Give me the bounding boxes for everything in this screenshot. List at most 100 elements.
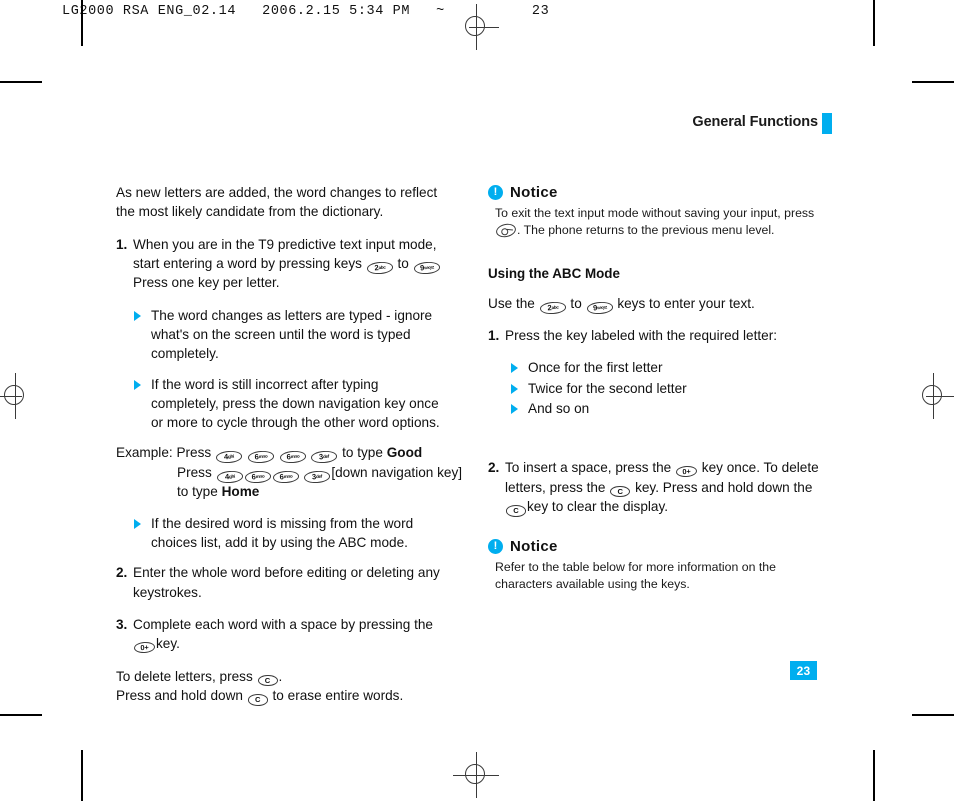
key-6mno-icon: 6mno [244,470,271,484]
left-column: As new letters are added, the word chang… [116,183,462,706]
notice-2-title: Notice [510,537,558,555]
triangle-bullet-icon [511,403,518,414]
triangle-bullet-icon [134,379,141,390]
left-step-1-text-c: Press one key per letter. [133,275,280,291]
running-header-title: General Functions [692,114,818,130]
list-item: And so on [510,399,822,418]
header-accent-bar [822,113,832,134]
left-closing-text-2b: to erase entire words. [272,688,404,704]
key-2abc-icon: 2abc [366,260,394,275]
triangle-bullet-icon [134,310,141,321]
key-9wxyz-icon: 9wxyz [586,300,613,314]
key-4ghi-icon: 4ghi [216,470,243,484]
example-label: Example: Press [116,445,212,461]
key-4ghi-icon: 4ghi [215,450,243,464]
notice-2-body: Refer to the table below for more inform… [495,559,776,591]
key-6mno-icon: 6mno [272,470,299,484]
key-clear-icon: C [610,485,631,498]
left-closing-text-1b: . [278,668,283,684]
right-intro-text-c: keys to enter your text. [617,295,755,311]
list-item-label: Twice for the second letter [528,380,687,396]
key-3def-icon: 3def [310,450,338,464]
key-0plus-icon: 0+ [675,465,698,479]
key-6mno-icon: 6mno [279,450,306,464]
left-step-3-text-b: key. [156,636,180,652]
example-word-home: Home [221,484,260,500]
list-item-label: If the word is still incorrect after typ… [151,376,440,431]
notice-block-2: ! Notice Refer to the table below for mo… [488,537,822,593]
key-clear-icon: C [506,505,526,517]
left-step-1-bullets: The word changes as letters are typed - … [133,306,448,433]
right-step-2: 2. To insert a space, press the 0+ key o… [488,458,822,517]
exclamation-icon: ! [488,538,503,554]
left-step-3: 3. Complete each word with a space by pr… [116,615,448,654]
left-closing-text-2a: Press and hold down [116,688,243,704]
key-9wxyz-icon: 9wxyz [413,260,440,275]
left-closing-line-1: To delete letters, press C. [116,667,448,687]
right-step-2-text-a: To insert a space, press the [505,460,672,476]
left-step-3-text-a: Complete each word with a space by press… [133,616,433,632]
right-step-1: 1. Press the key labeled with the requir… [488,326,822,345]
key-clear-icon: C [257,674,278,687]
left-step-1-number: 1. [116,236,128,252]
key-0plus-icon: 0+ [133,641,156,654]
example-line-2: Press 4ghi 6mno 6mno 3def [down navigation … [116,463,462,484]
right-column: ! Notice To exit the text input mode wit… [488,183,822,593]
right-step-2-text-d: key to clear the display. [527,499,669,515]
left-step-2-number: 2. [116,565,128,581]
notice-1-heading: ! Notice [488,183,822,202]
example-line-2-tail: [down navigation key] [331,464,463,480]
list-item: If the word is still incorrect after typ… [133,375,448,433]
right-step-2-number: 2. [488,460,500,476]
end-call-key-icon [494,222,518,240]
right-intro-text-b: to [570,295,582,311]
notice-1-text-a: To exit the text input mode without savi… [495,206,815,221]
left-step-1: 1. When you are in the T9 predictive tex… [116,235,448,293]
left-step-3-number: 3. [116,616,128,632]
notice-2-heading: ! Notice [488,537,822,556]
exclamation-icon: ! [488,185,503,201]
left-step-1-text-b: to [397,255,409,271]
list-item-label: The word changes as letters are typed - … [151,307,433,362]
triangle-bullet-icon [511,363,518,374]
example-line-3-label: to type [177,484,218,500]
list-item-label: And so on [528,400,590,416]
right-intro-text-a: Use the [488,295,535,311]
notice-1-title: Notice [510,184,558,201]
example-block: Example: Press 4ghi 6mno 6mno 3def to ty… [116,443,462,501]
example-line-1: Example: Press 4ghi 6mno 6mno 3def to ty… [116,443,448,464]
left-closing-line-2: Press and hold down C to erase entire wo… [116,686,448,706]
notice-1-text-b: . The phone returns to the previous menu… [517,223,775,238]
key-2abc-icon: 2abc [539,300,567,314]
right-step-1-text: Press the key labeled with the required … [505,328,778,344]
left-closing-text-1a: To delete letters, press [116,668,253,684]
list-item: The word changes as letters are typed - … [133,306,448,364]
intro-paragraph: As new letters are added, the word chang… [116,185,438,220]
left-step-2-text: Enter the whole word before editing or d… [133,565,440,600]
manual-page: General Functions 23 As new letters are … [0,0,954,801]
page-number-badge: 23 [790,661,817,680]
list-item-label: Once for the first letter [528,360,663,376]
example-line-2-label: Press [177,464,212,480]
list-item-label: If the desired word is missing from the … [151,515,414,551]
triangle-bullet-icon [511,383,518,394]
notice-1-body: To exit the text input mode without savi… [488,205,822,240]
example-word-good: Good [386,445,423,461]
triangle-bullet-icon [134,518,141,529]
right-step-1-bullets: Once for the first letter Twice for the … [510,358,822,418]
key-3def-icon: 3def [303,470,331,484]
example-line-1-tail: to type [342,445,383,461]
notice-block-1: ! Notice To exit the text input mode wit… [488,183,822,240]
key-clear-icon: C [247,694,268,706]
right-intro-paragraph: Use the 2abc to 9wxyz keys to enter your… [488,294,822,314]
right-step-2-text-c: key. Press and hold down the [635,479,813,495]
section-subheading: Using the ABC Mode [488,266,620,282]
left-step-2: 2. Enter the whole word before editing o… [116,563,448,602]
list-item: Once for the first letter [510,358,822,377]
list-item: If the desired word is missing from the … [133,514,448,553]
list-item: Twice for the second letter [510,379,822,398]
